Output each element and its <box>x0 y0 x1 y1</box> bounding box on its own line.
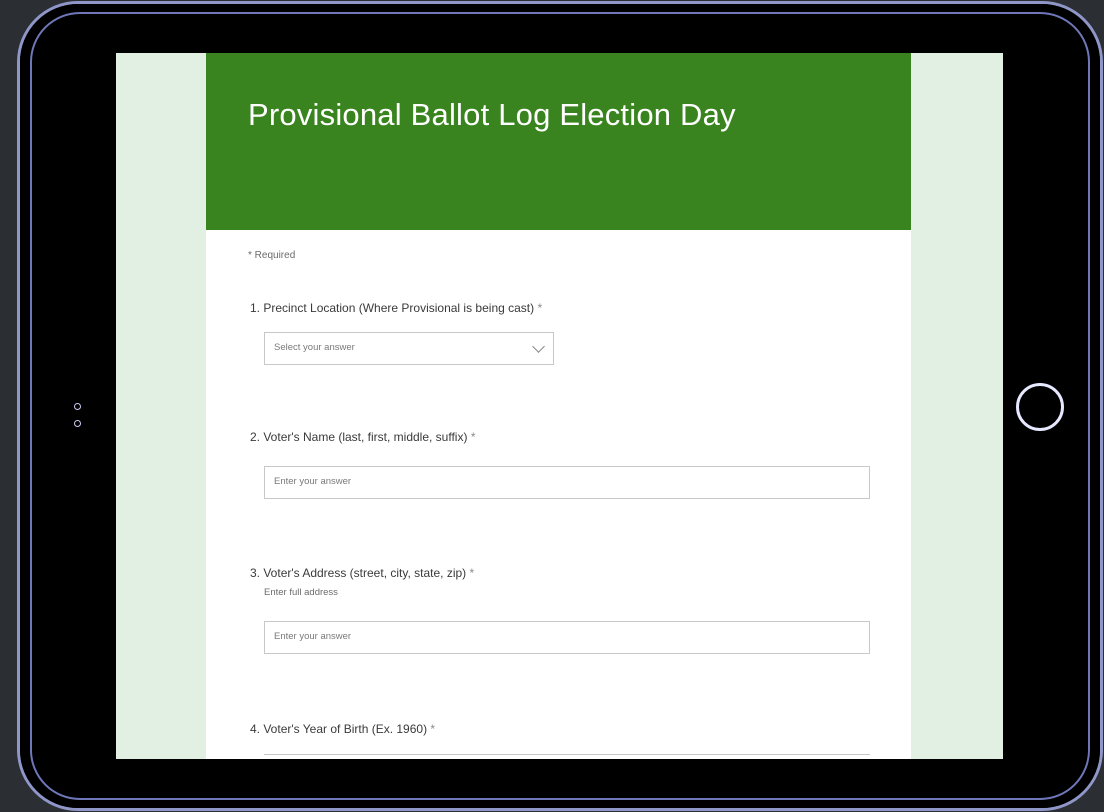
question-3-text: 3. Voter's Address (street, city, state,… <box>250 566 467 580</box>
chevron-down-icon <box>532 340 545 353</box>
question-4-label: 4. Voter's Year of Birth (Ex. 1960) * <box>250 722 435 736</box>
required-asterisk: * <box>469 566 475 580</box>
tablet-screen: Provisional Ballot Log Election Day * Re… <box>116 53 1003 759</box>
question-1-text: 1. Precinct Location (Where Provisional … <box>250 301 535 315</box>
question-4-text: 4. Voter's Year of Birth (Ex. 1960) <box>250 722 428 736</box>
input-placeholder: Enter your answer <box>274 631 352 642</box>
question-3-subtitle: Enter full address <box>264 587 338 598</box>
input-placeholder: Enter your answer <box>274 476 352 487</box>
voter-address-input[interactable]: Enter your answer <box>264 621 870 654</box>
form-container: Provisional Ballot Log Election Day * Re… <box>206 53 911 759</box>
voter-name-input[interactable]: Enter your answer <box>264 466 870 499</box>
question-2-text: 2. Voter's Name (last, first, middle, su… <box>250 430 468 444</box>
required-asterisk: * <box>470 430 476 444</box>
form-header: Provisional Ballot Log Election Day <box>206 53 911 230</box>
question-3-label: 3. Voter's Address (street, city, state,… <box>250 566 474 580</box>
required-note: * Required <box>248 250 296 261</box>
dropdown-placeholder: Select your answer <box>274 342 355 353</box>
precinct-location-dropdown[interactable]: Select your answer <box>264 332 554 365</box>
year-of-birth-input[interactable] <box>264 754 870 759</box>
required-asterisk: * <box>430 722 436 736</box>
camera-icon <box>74 403 81 410</box>
question-1-label: 1. Precinct Location (Where Provisional … <box>250 301 542 315</box>
home-button-icon[interactable] <box>1016 383 1064 431</box>
form-title: Provisional Ballot Log Election Day <box>248 97 736 132</box>
required-asterisk: * <box>537 301 543 315</box>
question-2-label: 2. Voter's Name (last, first, middle, su… <box>250 430 476 444</box>
sensor-icon <box>74 420 81 427</box>
